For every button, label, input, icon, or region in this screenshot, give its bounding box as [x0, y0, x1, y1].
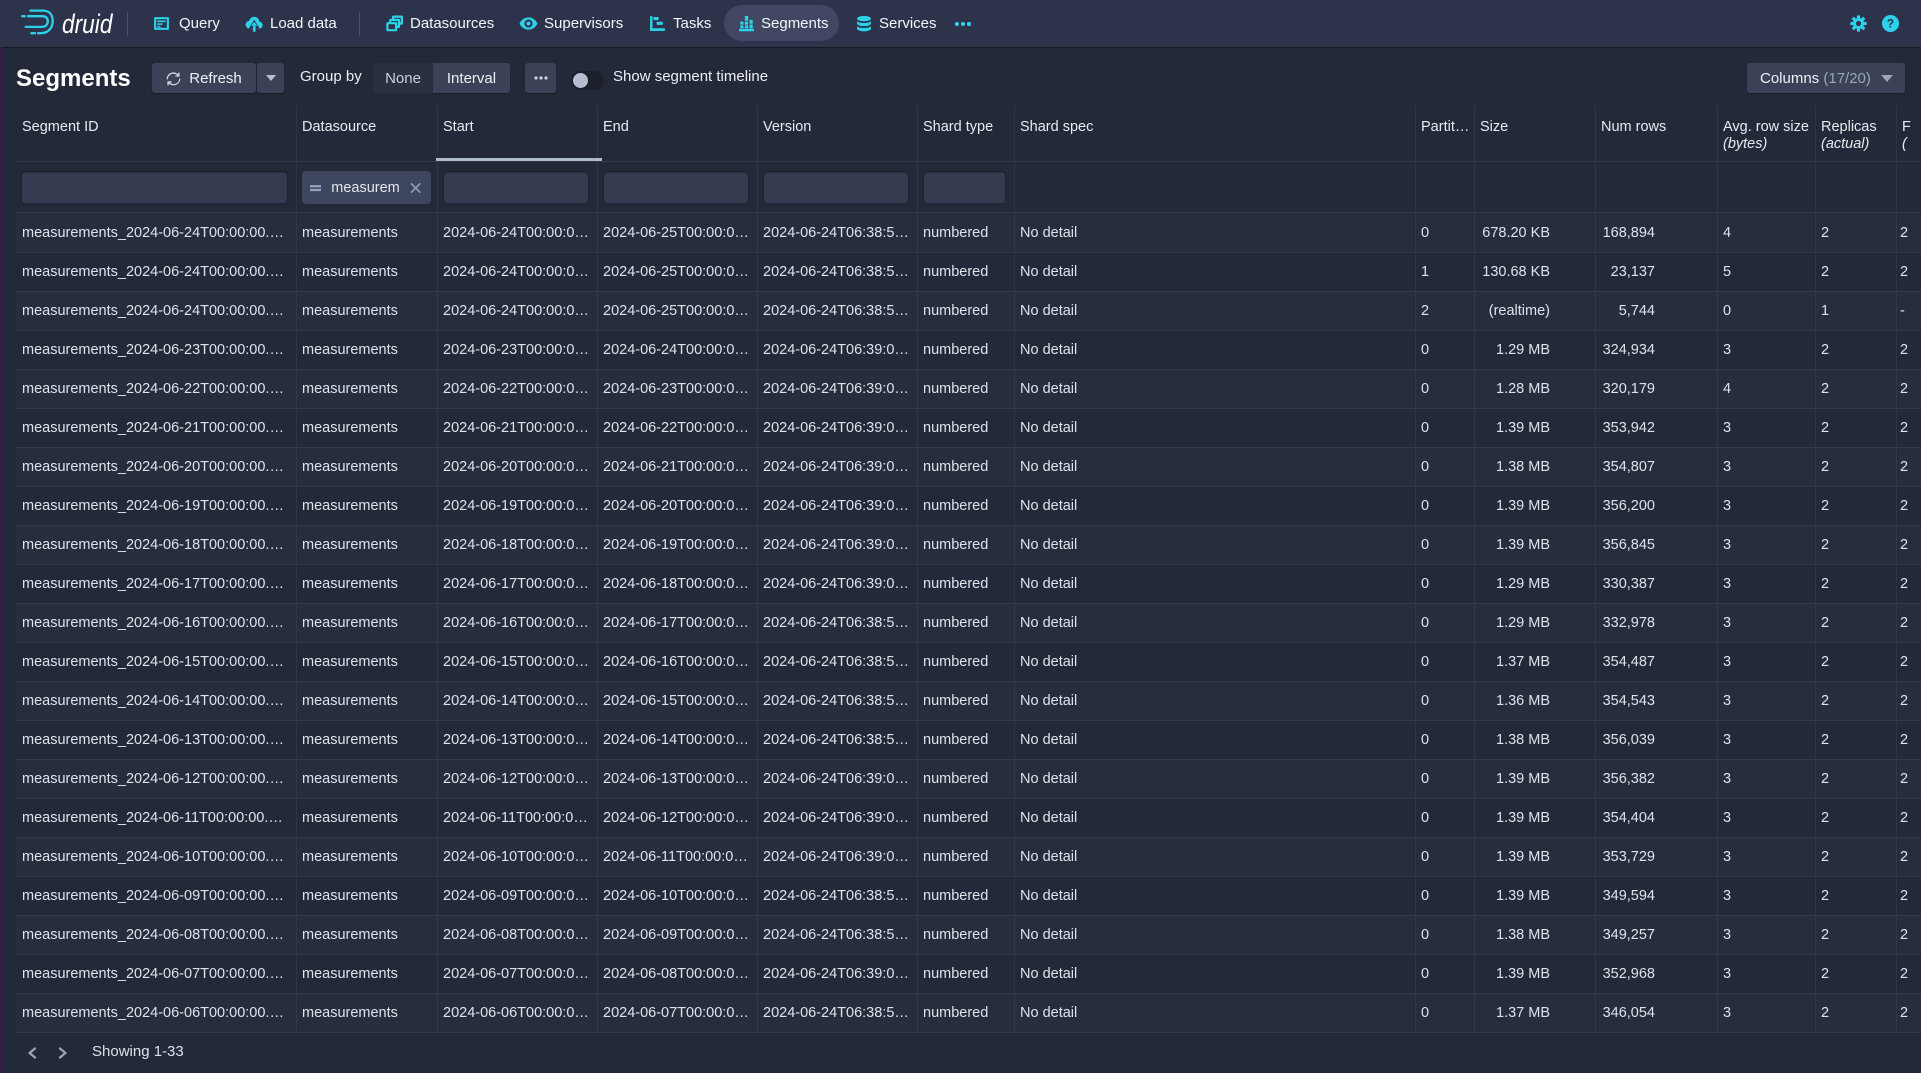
svg-text:?: ?: [1887, 17, 1894, 31]
